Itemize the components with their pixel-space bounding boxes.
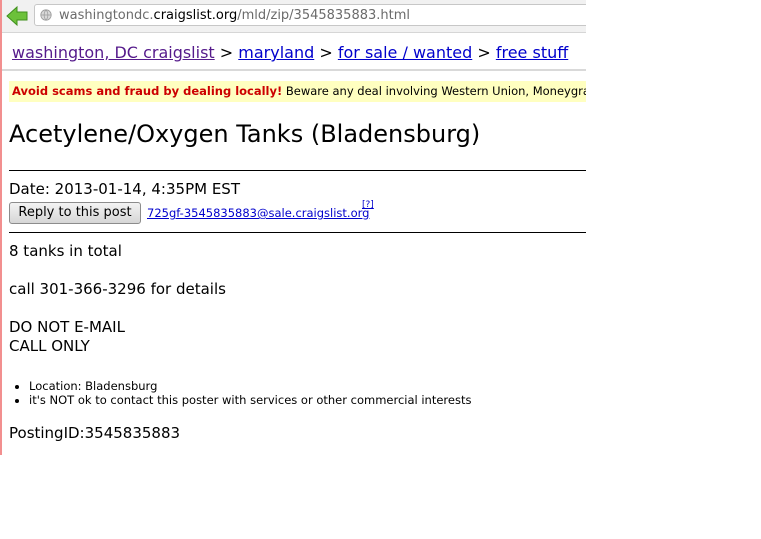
breadcrumb-free-stuff[interactable]: free stuff: [496, 43, 568, 62]
breadcrumb-maryland[interactable]: maryland: [238, 43, 314, 62]
url-domain: craigslist.org: [153, 8, 238, 23]
breadcrumb: washington, DC craigslist > maryland > f…: [12, 43, 568, 62]
breadcrumb-washington-dc[interactable]: washington, DC craigslist: [12, 43, 215, 62]
browser-window: washingtondc.craigslist.org/mld/zip/3545…: [0, 0, 586, 455]
url-text: washingtondc.craigslist.org/mld/zip/3545…: [59, 8, 410, 23]
body-line: call 301-366-3296 for details: [9, 280, 226, 298]
location-attribute: Location: Bladensburg: [29, 379, 471, 393]
body-line: CALL ONLY: [9, 337, 90, 355]
back-button[interactable]: [5, 4, 29, 28]
url-path: /mld/zip/3545835883.html: [237, 8, 411, 23]
back-arrow-icon: [6, 5, 28, 27]
reply-email-link[interactable]: 725gf-3545835883@sale.craigslist.org: [147, 206, 369, 220]
breadcrumb-separator: >: [477, 43, 491, 62]
title-divider: [9, 170, 586, 171]
body-line: 8 tanks in total: [9, 242, 122, 260]
scam-text: Beware any deal involving Western Union,…: [285, 84, 586, 98]
help-link[interactable]: [?]: [362, 200, 374, 210]
posting-id: PostingID:3545835883: [9, 424, 181, 442]
scam-notice: Avoid scams and fraud by dealing locally…: [9, 81, 586, 102]
reply-button[interactable]: Reply to this post: [9, 202, 141, 224]
address-field[interactable]: washingtondc.craigslist.org/mld/zip/3545…: [34, 4, 586, 26]
url-prefix: washingtondc.: [59, 8, 154, 23]
contact-attribute: it's NOT ok to contact this poster with …: [29, 393, 471, 407]
body-divider: [9, 232, 586, 233]
breadcrumb-separator: >: [219, 43, 234, 62]
globe-icon: [40, 9, 52, 21]
post-body: 8 tanks in total call 301-366-3296 for d…: [9, 242, 226, 356]
body-line: DO NOT E-MAIL: [9, 318, 125, 336]
breadcrumb-separator: >: [319, 43, 333, 62]
scam-warning: Avoid scams and fraud by dealing locally…: [12, 84, 283, 98]
breadcrumb-for-sale-wanted[interactable]: for sale / wanted: [338, 43, 472, 62]
url-bar: washingtondc.craigslist.org/mld/zip/3545…: [2, 0, 586, 33]
post-attributes: Location: Bladensburg it's NOT ok to con…: [9, 379, 471, 407]
post-title: Acetylene/Oxygen Tanks (Bladensburg): [9, 120, 481, 148]
post-date: Date: 2013-01-14, 4:35PM EST: [9, 180, 240, 198]
header-divider: [2, 69, 586, 71]
